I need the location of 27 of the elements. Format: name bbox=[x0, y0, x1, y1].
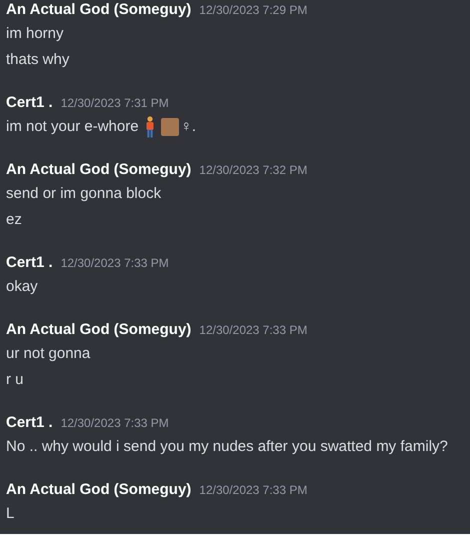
message-text: okay bbox=[6, 277, 38, 297]
message-text: L bbox=[6, 504, 14, 524]
author-name[interactable]: An Actual God (Someguy) bbox=[6, 479, 192, 501]
message-text: thats why bbox=[6, 50, 70, 70]
author-name[interactable]: An Actual God (Someguy) bbox=[6, 159, 192, 181]
timestamp: 12/30/2023 7:33 PM bbox=[60, 255, 169, 272]
message-text: im not your e-whore bbox=[6, 117, 139, 137]
message-text: ur not gonna bbox=[6, 344, 90, 364]
timestamp: 12/30/2023 7:33 PM bbox=[199, 322, 308, 339]
author-name[interactable]: Cert1 . bbox=[6, 92, 53, 114]
author-name[interactable]: Cert1 . bbox=[6, 252, 53, 274]
author-name[interactable]: An Actual God (Someguy) bbox=[6, 319, 192, 341]
timestamp: 12/30/2023 7:33 PM bbox=[199, 482, 308, 499]
message-text: im horny bbox=[6, 24, 64, 44]
timestamp: 12/30/2023 7:32 PM bbox=[199, 162, 308, 179]
message-text: No .. why would i send you my nudes after you swatted my family? bbox=[6, 437, 448, 457]
timestamp: 12/30/2023 7:29 PM bbox=[199, 2, 308, 19]
message-text: send or im gonna block bbox=[6, 184, 162, 204]
timestamp: 12/30/2023 7:33 PM bbox=[60, 415, 169, 432]
author-name[interactable]: Cert1 . bbox=[6, 412, 53, 434]
standing-person-icon bbox=[144, 116, 155, 138]
message-text: ♀. bbox=[180, 117, 196, 137]
timestamp: 12/30/2023 7:31 PM bbox=[60, 95, 169, 112]
message-text: r u bbox=[6, 370, 24, 390]
message-text: ez bbox=[6, 210, 22, 230]
author-name[interactable]: An Actual God (Someguy) bbox=[6, 0, 192, 21]
skin-tone-swatch-icon bbox=[160, 118, 179, 136]
